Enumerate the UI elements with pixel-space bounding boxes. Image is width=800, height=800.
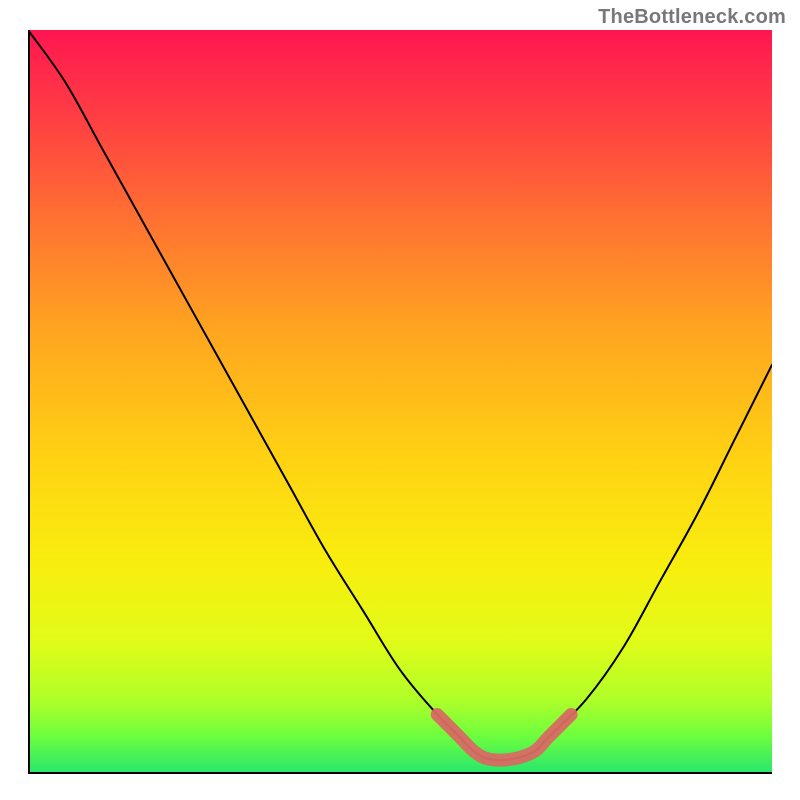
bottleneck-curve — [28, 30, 772, 760]
optimal-range-highlight — [437, 714, 571, 760]
attribution-text: TheBottleneck.com — [598, 6, 786, 29]
plot-svg — [28, 30, 772, 774]
plot-area — [28, 30, 772, 774]
chart-canvas: TheBottleneck.com — [0, 0, 800, 800]
